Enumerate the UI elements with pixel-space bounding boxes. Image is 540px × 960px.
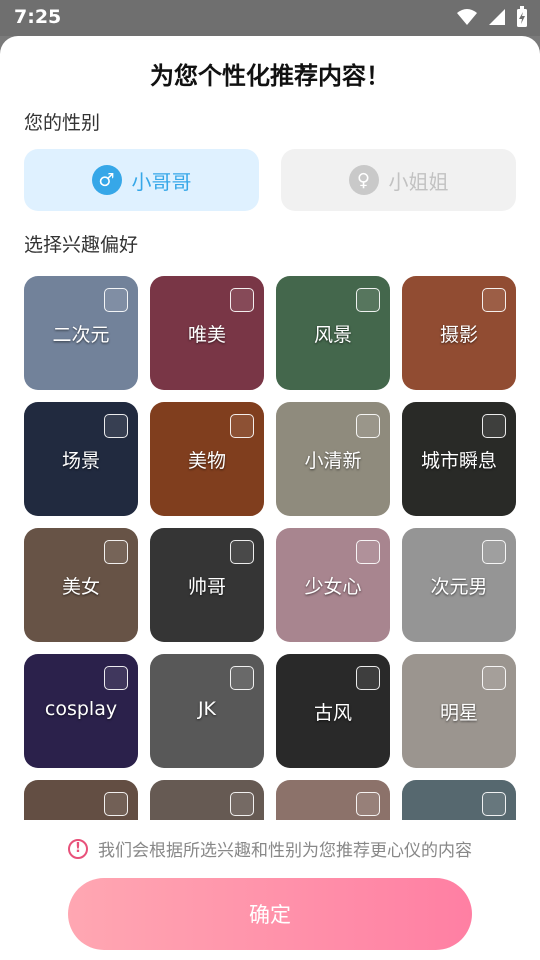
interest-tile[interactable]: 少女心 — [276, 528, 390, 642]
interest-tile[interactable]: cosplay — [24, 654, 138, 768]
interest-checkbox[interactable] — [230, 414, 254, 438]
bottom-bar: ! 我们会根据所选兴趣和性别为您推荐更心仪的内容 确定 — [0, 820, 540, 960]
interest-checkbox[interactable] — [482, 540, 506, 564]
gender-female-button[interactable]: ♀ 小姐姐 — [281, 149, 516, 211]
battery-icon — [517, 6, 527, 27]
confirm-button[interactable]: 确定 — [68, 878, 472, 950]
interest-label: 美女 — [61, 576, 100, 598]
interest-label: 帅哥 — [187, 576, 226, 598]
interest-checkbox[interactable] — [104, 792, 128, 816]
interest-tile[interactable]: 帅哥 — [150, 528, 264, 642]
wifi-icon — [457, 9, 477, 25]
interest-label: 美物 — [187, 450, 226, 472]
interest-checkbox[interactable] — [104, 414, 128, 438]
interest-label: 少女心 — [304, 576, 362, 598]
gender-section-label: 您的性别 — [24, 112, 101, 134]
interest-tile[interactable]: 城市瞬息 — [402, 402, 516, 516]
female-icon: ♀ — [348, 165, 379, 195]
interest-grid: 二次元 唯美 风景 摄影场景 美物 小清新 城市瞬息美女 帅哥 少女心 次元男 cosplay JK 古… — [0, 276, 540, 820]
gender-male-button[interactable]: ♂ 小哥哥 — [24, 149, 259, 211]
interest-tile[interactable]: 二次元 — [24, 276, 138, 390]
interest-tile[interactable] — [276, 780, 390, 820]
notice: ! 我们会根据所选兴趣和性别为您推荐更心仪的内容 — [0, 836, 540, 861]
interest-label: JK — [197, 698, 217, 720]
interest-label: 风景 — [313, 324, 352, 346]
interest-checkbox[interactable] — [104, 540, 128, 564]
interest-tile[interactable]: 古风 — [276, 654, 390, 768]
status-time: 7:25 — [14, 6, 62, 28]
interest-checkbox[interactable] — [230, 792, 254, 816]
interest-tile[interactable]: 次元男 — [402, 528, 516, 642]
interest-checkbox[interactable] — [356, 414, 380, 438]
interest-label: 次元男 — [430, 576, 488, 598]
interest-tile[interactable]: 场景 — [24, 402, 138, 516]
interest-tile[interactable]: 小清新 — [276, 402, 390, 516]
interest-tile[interactable]: 风景 — [276, 276, 390, 390]
interest-checkbox[interactable] — [104, 288, 128, 312]
interest-tile[interactable] — [402, 780, 516, 820]
interest-checkbox[interactable] — [356, 540, 380, 564]
interest-tile[interactable]: 明星 — [402, 654, 516, 768]
interest-label: 城市瞬息 — [420, 450, 497, 472]
interest-section-label: 选择兴趣偏好 — [24, 234, 139, 256]
gender-male-label: 小哥哥 — [131, 169, 192, 194]
interest-label: 唯美 — [187, 324, 226, 346]
interest-tile[interactable] — [150, 780, 264, 820]
interest-label: cosplay — [44, 698, 118, 720]
interest-checkbox[interactable] — [230, 666, 254, 690]
interest-checkbox[interactable] — [230, 540, 254, 564]
notice-text: 我们会根据所选兴趣和性别为您推荐更心仪的内容 — [98, 841, 472, 861]
interest-label: 古风 — [313, 702, 352, 724]
status-bar: 7:25 — [0, 0, 540, 36]
interest-tile[interactable]: 美女 — [24, 528, 138, 642]
interest-label: 明星 — [439, 702, 478, 724]
interest-checkbox[interactable] — [482, 288, 506, 312]
signal-icon — [489, 9, 505, 25]
interest-checkbox[interactable] — [482, 666, 506, 690]
gender-female-label: 小姐姐 — [388, 169, 449, 194]
interest-checkbox[interactable] — [104, 666, 128, 690]
interest-checkbox[interactable] — [356, 792, 380, 816]
preference-sheet: 为您个性化推荐内容！ 您的性别 ♂ 小哥哥 ♀ 小姐姐 选择兴趣偏好 二次元 唯美… — [0, 36, 540, 960]
interest-label: 摄影 — [439, 324, 478, 346]
interest-checkbox[interactable] — [482, 414, 506, 438]
interest-tile[interactable] — [24, 780, 138, 820]
interest-tile[interactable]: 美物 — [150, 402, 264, 516]
interest-checkbox[interactable] — [230, 288, 254, 312]
interest-checkbox[interactable] — [482, 792, 506, 816]
interest-tile[interactable]: JK — [150, 654, 264, 768]
interest-tile[interactable]: 摄影 — [402, 276, 516, 390]
interest-label: 二次元 — [52, 324, 110, 346]
interest-checkbox[interactable] — [356, 288, 380, 312]
page-title: 为您个性化推荐内容！ — [150, 62, 390, 90]
status-icons — [456, 6, 528, 28]
interest-label: 场景 — [61, 450, 100, 472]
info-icon: ! — [68, 838, 88, 859]
interest-tile[interactable]: 唯美 — [150, 276, 264, 390]
interest-checkbox[interactable] — [356, 666, 380, 690]
male-icon: ♂ — [91, 165, 122, 195]
interest-label: 小清新 — [304, 450, 362, 472]
